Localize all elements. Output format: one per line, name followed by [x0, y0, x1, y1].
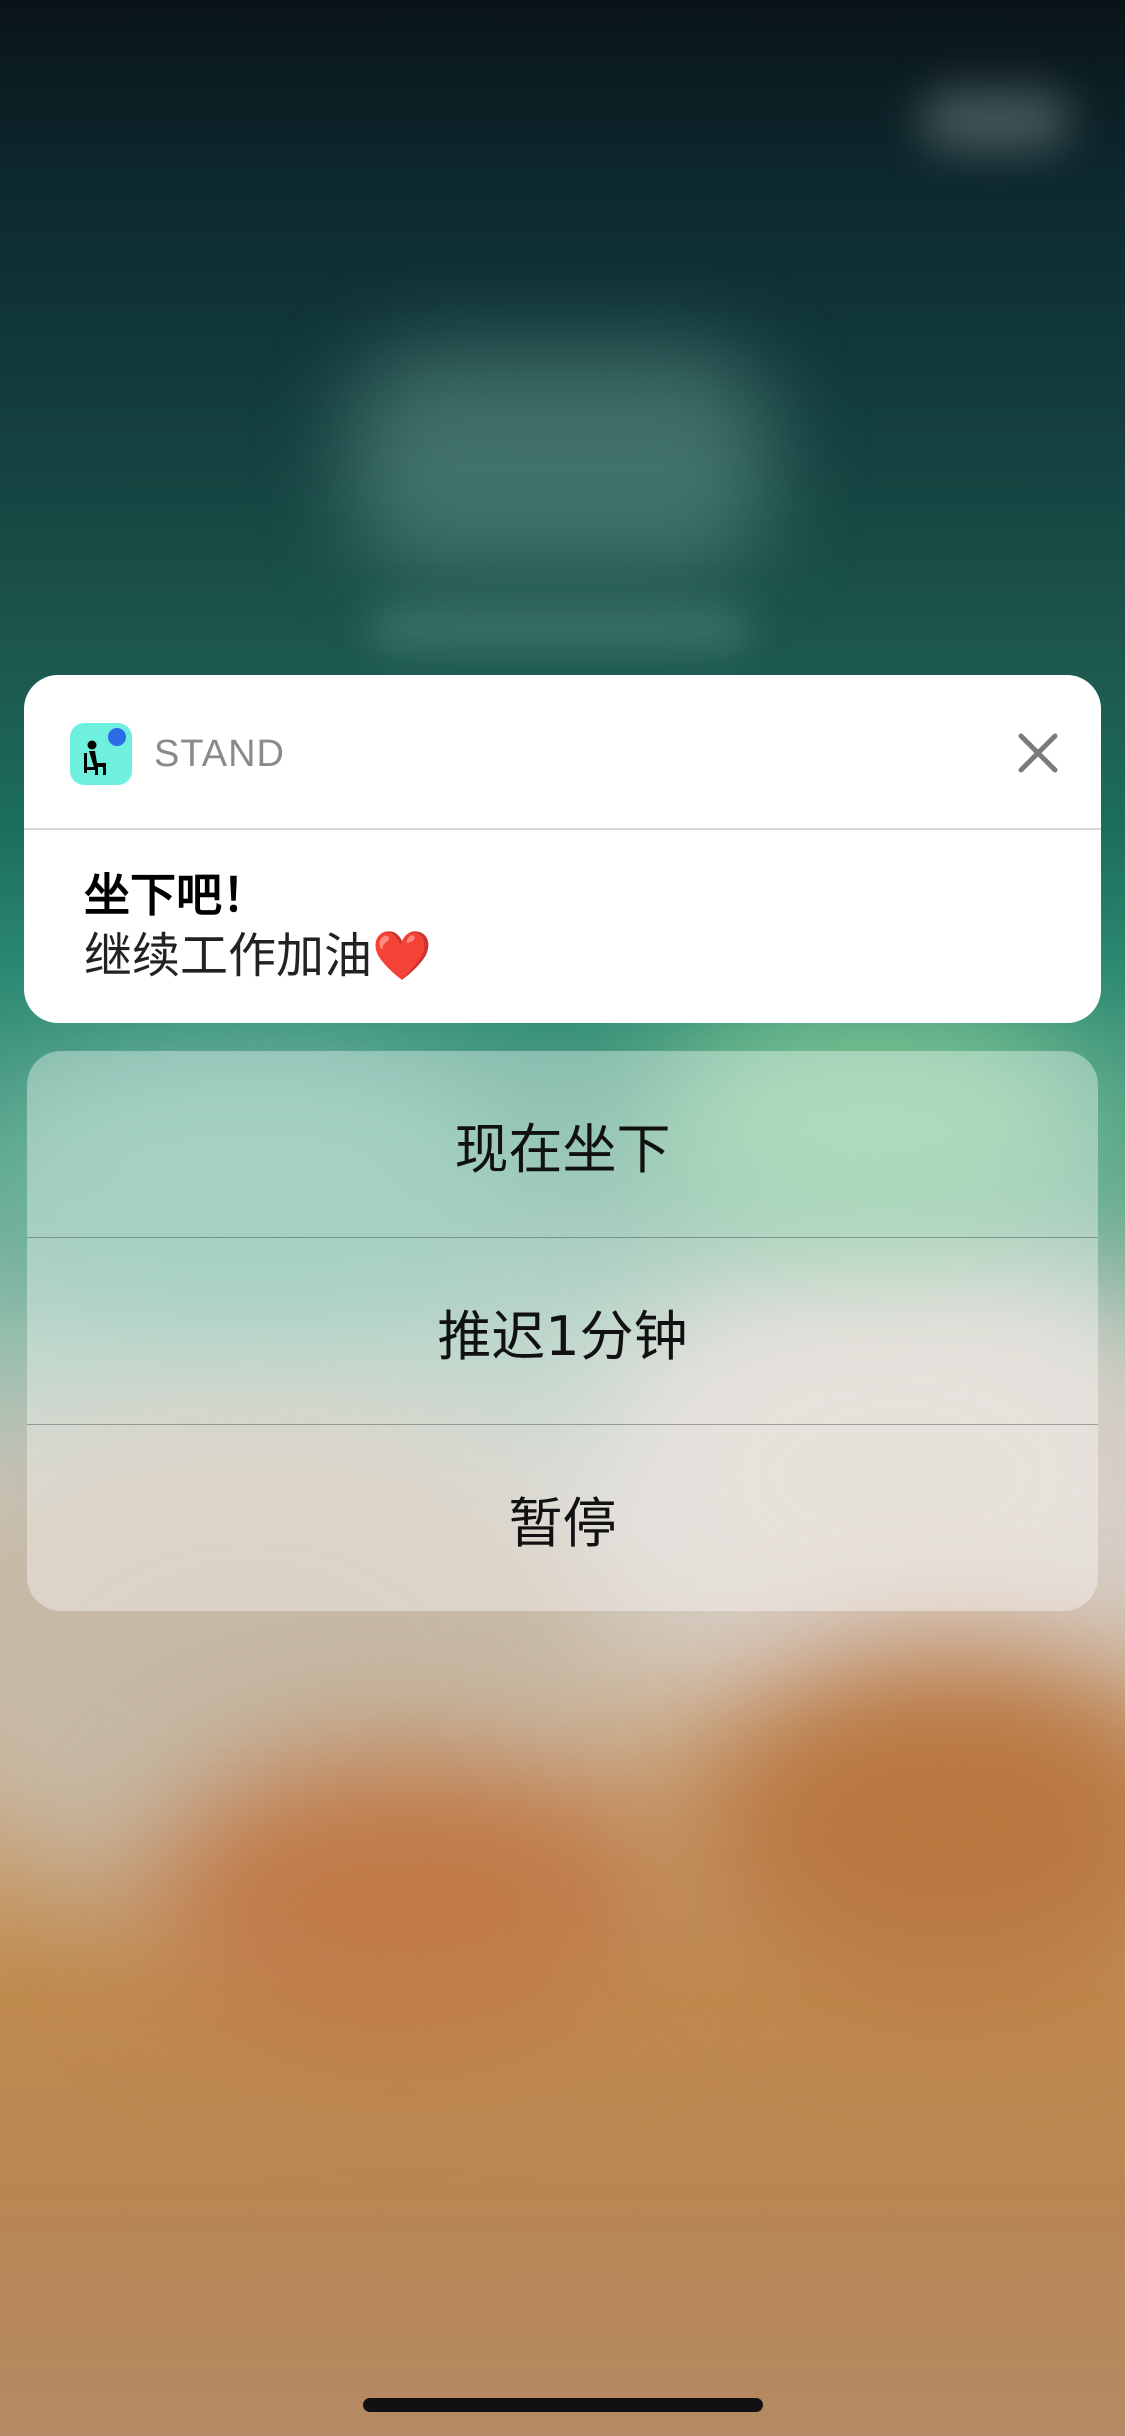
snooze-1-minute-button[interactable]: 推迟1分钟: [27, 1238, 1098, 1424]
blurred-status-icons: [920, 90, 1070, 150]
message-text: 继续工作加油: [84, 928, 373, 984]
close-button[interactable]: [1014, 729, 1062, 777]
notification-body: 坐下吧！ 继续工作加油❤️: [84, 865, 1064, 987]
notification-card[interactable]: STAND 坐下吧！ 继续工作加油❤️: [24, 675, 1101, 1023]
close-icon: [1018, 733, 1058, 773]
notification-title: 坐下吧！: [84, 868, 268, 922]
notification-header: STAND: [24, 675, 1101, 830]
notification-message: 继续工作加油❤️: [84, 925, 1064, 987]
blurred-clock: [350, 350, 770, 570]
blurred-date: [370, 610, 750, 650]
pause-button[interactable]: 暂停: [27, 1425, 1098, 1611]
app-name: STAND: [154, 733, 285, 775]
notification-actions: 现在坐下 推迟1分钟 暂停: [27, 1051, 1098, 1611]
heart-emoji: ❤️: [372, 928, 432, 984]
sit-now-button[interactable]: 现在坐下: [27, 1051, 1098, 1237]
home-indicator[interactable]: [363, 2398, 763, 2412]
sitting-person-icon: [70, 723, 132, 785]
